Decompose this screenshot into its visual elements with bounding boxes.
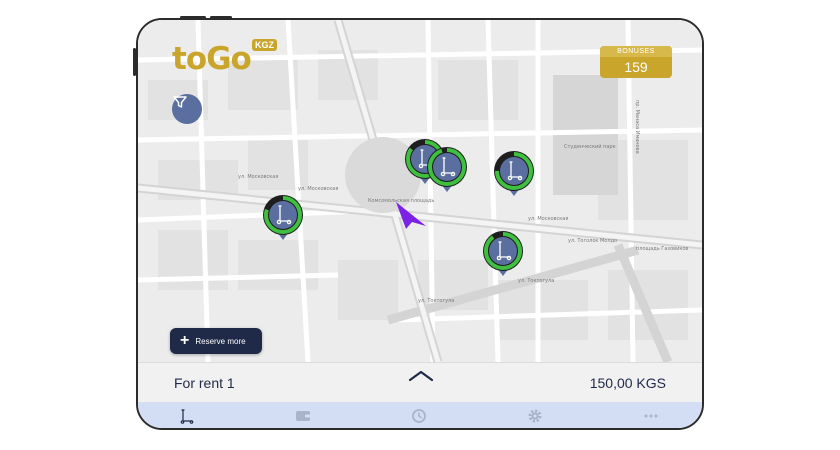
street-label: пр. Манаса Иманова — [634, 100, 640, 154]
bottom-tab-bar — [138, 402, 702, 428]
reserve-more-label: Reserve more — [195, 336, 246, 346]
street-label: Студенческий парк — [564, 143, 616, 150]
rent-count-label: For rent 1 — [174, 375, 235, 391]
scooter-marker-4[interactable] — [493, 150, 535, 200]
map-view[interactable]: ул. Московская ул. Московская Комсомольс… — [138, 20, 702, 362]
tab-more[interactable] — [631, 402, 671, 428]
reserve-more-button[interactable]: + Reserve more — [170, 328, 262, 354]
wallet-icon — [296, 411, 310, 421]
bonus-label: BONUSES — [600, 46, 672, 57]
logo-sub: KGZ — [252, 39, 277, 51]
tab-scooter[interactable] — [167, 402, 207, 428]
togo-logo: toGo KGZ — [172, 39, 277, 77]
rent-price: 150,00 KGS — [589, 375, 666, 391]
scooter-marker-5[interactable] — [482, 230, 524, 280]
street-label: ул. Токтогула — [418, 298, 454, 304]
logo-text: toGo — [172, 41, 252, 77]
history-icon — [412, 409, 426, 423]
plus-icon: + — [180, 332, 190, 349]
more-icon — [644, 414, 658, 418]
street-label: ул. Тоголок Молдо — [568, 238, 617, 244]
scooter-marker-icon — [494, 151, 534, 196]
gear-icon — [528, 409, 542, 423]
street-label: ул. Московская — [238, 174, 278, 180]
chevron-up-icon[interactable] — [408, 369, 434, 383]
bonus-value: 159 — [624, 59, 648, 75]
bonus-badge[interactable]: BONUSES 159 — [600, 46, 672, 78]
tab-history[interactable] — [399, 402, 439, 428]
scooter-marker-icon — [263, 195, 303, 240]
scooter-marker-icon — [427, 147, 467, 192]
scooter-marker-1[interactable] — [262, 194, 304, 244]
street-label: ул. Московская — [528, 216, 568, 222]
tab-wallet[interactable] — [283, 402, 323, 428]
tab-settings[interactable] — [515, 402, 555, 428]
location-arrow-icon — [396, 202, 426, 229]
scooter-marker-3[interactable] — [426, 146, 468, 196]
filter-button[interactable] — [172, 94, 202, 124]
scooter-marker-icon — [483, 231, 523, 276]
rent-summary-bar[interactable]: For rent 1 150,00 KGS — [138, 362, 702, 402]
filter-icon — [173, 96, 187, 108]
street-label: ул. Московская — [298, 186, 338, 192]
tablet-frame: ул. Московская ул. Московская Комсомольс… — [136, 18, 704, 430]
street-label: площадь Газовиков — [636, 246, 688, 252]
scooter-icon — [180, 409, 194, 424]
